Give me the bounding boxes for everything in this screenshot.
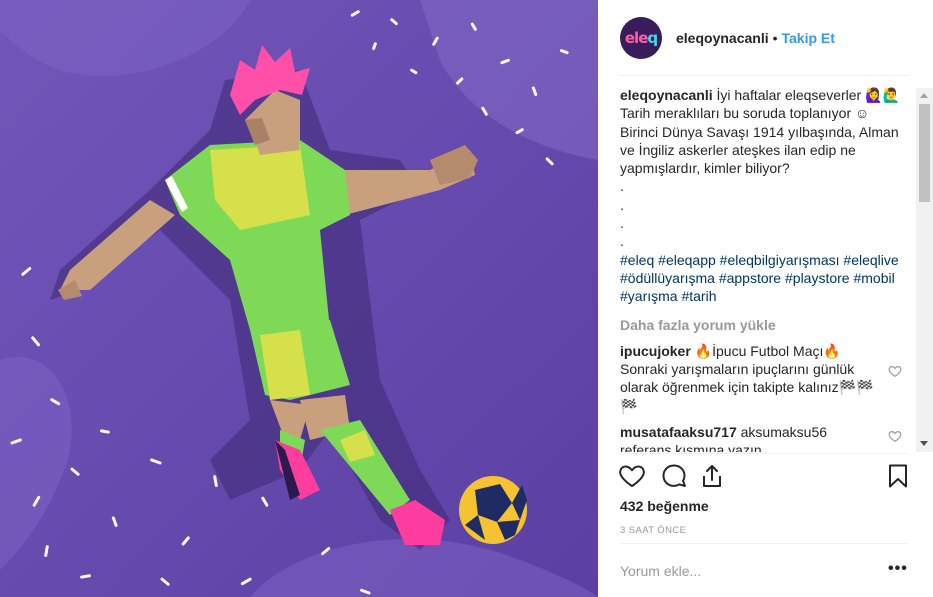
avatar-logo: eleq bbox=[624, 28, 658, 47]
share-icon[interactable] bbox=[698, 462, 726, 490]
caption-text: İyi haftalar eleqseverler 🙋‍♀️🙋‍♂️ Tarih… bbox=[620, 87, 900, 250]
caption-username[interactable]: eleqoynacanli bbox=[620, 87, 713, 103]
post-header: eleq eleqoynacanli • Takip Et bbox=[598, 0, 933, 75]
scrollbar-thumb[interactable] bbox=[919, 104, 930, 202]
hashtag-link[interactable]: #mobil bbox=[853, 270, 894, 286]
heart-icon[interactable] bbox=[618, 462, 646, 490]
post-side-panel: eleq eleqoynacanli • Takip Et eleqoynaca… bbox=[598, 0, 933, 597]
hashtag-link[interactable]: #ödüllüyarışma bbox=[620, 270, 715, 286]
comments-list[interactable]: eleqoynacanli İyi haftalar eleqseverler … bbox=[620, 86, 910, 452]
post-view: eleq eleqoynacanli • Takip Et eleqoynaca… bbox=[0, 0, 933, 597]
hashtag-link[interactable]: #yarışma bbox=[620, 288, 678, 304]
avatar[interactable]: eleq bbox=[620, 16, 662, 59]
divider bbox=[620, 543, 908, 544]
hashtag-link[interactable]: #eleqbilgiyarışması bbox=[720, 252, 840, 268]
divider bbox=[620, 75, 908, 76]
action-bar bbox=[618, 462, 914, 492]
soccer-player-illustration bbox=[0, 0, 598, 597]
comments-scrollbar[interactable] bbox=[916, 88, 933, 452]
comment-username[interactable]: musatafaaksu717 bbox=[620, 424, 737, 440]
hashtag-link[interactable]: #appstore bbox=[719, 270, 781, 286]
hashtag-link[interactable]: #playstore bbox=[785, 270, 850, 286]
caption-hashtags: #eleq #eleqapp #eleqbilgiyarışması #eleq… bbox=[620, 251, 910, 306]
list-item: ipucujoker 🔥İpucu Futbol Maçı🔥 Sonraki y… bbox=[620, 342, 910, 415]
hashtag-link[interactable]: #eleqlive bbox=[843, 252, 898, 268]
likes-count[interactable]: 432 beğenme bbox=[620, 498, 709, 514]
hashtag-link[interactable]: #tarih bbox=[681, 288, 716, 304]
bookmark-icon[interactable] bbox=[884, 462, 912, 490]
hashtag-link[interactable]: #eleq bbox=[620, 252, 654, 268]
add-comment-input[interactable] bbox=[620, 558, 890, 584]
header-separator: • bbox=[772, 29, 778, 46]
header-username[interactable]: eleqoynacanli bbox=[676, 30, 769, 46]
heart-icon[interactable] bbox=[888, 429, 902, 443]
load-more-comments-button[interactable]: Daha fazla yorum yükle bbox=[620, 316, 910, 334]
follow-button[interactable]: Takip Et bbox=[782, 30, 835, 46]
heart-icon[interactable] bbox=[888, 364, 902, 378]
scroll-down-arrow-icon[interactable] bbox=[920, 441, 928, 446]
comment-icon[interactable] bbox=[660, 462, 688, 490]
post-image[interactable] bbox=[0, 0, 598, 597]
divider bbox=[620, 453, 908, 454]
comment-username[interactable]: ipucujoker bbox=[620, 343, 691, 359]
caption: eleqoynacanli İyi haftalar eleqseverler … bbox=[620, 86, 910, 306]
hashtag-link[interactable]: #eleqapp bbox=[658, 252, 716, 268]
list-item: musatafaaksu717 aksumaksu56 referans kıs… bbox=[620, 423, 910, 452]
scroll-up-arrow-icon[interactable] bbox=[920, 93, 928, 98]
post-timestamp: 3 SAAT ÖNCE bbox=[620, 525, 687, 536]
more-options-icon[interactable]: ••• bbox=[888, 560, 908, 578]
